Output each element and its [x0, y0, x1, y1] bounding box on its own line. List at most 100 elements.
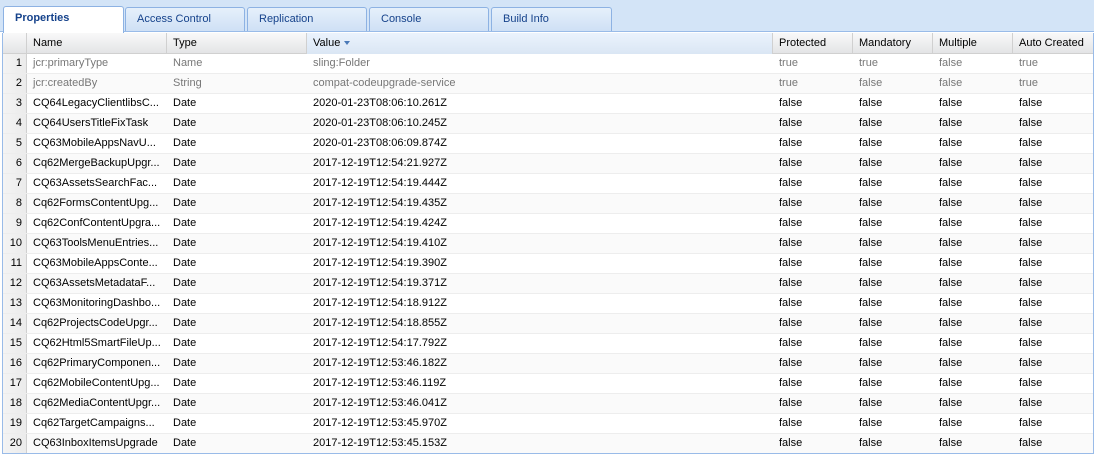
- cell-type: Date: [173, 257, 197, 269]
- table-row[interactable]: 1 jcr:primaryType Name sling:Folder true true…: [3, 54, 1093, 74]
- table-row[interactable]: 14 Cq62ProjectsCodeUpgr... Date 2017-12-19T…: [3, 314, 1093, 334]
- cell-mandatory: false: [859, 337, 883, 349]
- cell-mandatory: false: [859, 357, 883, 369]
- row-number: 20: [3, 434, 27, 453]
- cell-name: Cq62PrimaryComponen...: [33, 357, 161, 369]
- cell-value: 2017-12-19T12:53:45.153Z: [313, 437, 447, 449]
- cell-name: CQ64UsersTitleFixTask: [33, 117, 149, 129]
- column-header-mandatory[interactable]: Mandatory: [853, 33, 933, 54]
- table-row[interactable]: 18 Cq62MediaContentUpgr... Date 2017-12-19T…: [3, 394, 1093, 414]
- cell-name: CQ63InboxItemsUpgrade: [33, 437, 158, 449]
- column-header-label: Multiple: [939, 37, 977, 49]
- tab-console[interactable]: Console: [369, 7, 489, 31]
- tab-build-info[interactable]: Build Info: [491, 7, 612, 31]
- table-row[interactable]: 13 CQ63MonitoringDashbo... Date 2017-12-19T…: [3, 294, 1093, 314]
- column-header-multiple[interactable]: Multiple: [933, 33, 1013, 54]
- column-header-value[interactable]: Value: [307, 33, 773, 54]
- cell-multiple: false: [939, 417, 963, 429]
- cell-multiple: false: [939, 117, 963, 129]
- cell-auto-created: false: [1019, 317, 1043, 329]
- cell-name: Cq62FormsContentUpg...: [33, 197, 159, 209]
- table-row[interactable]: 20 CQ63InboxItemsUpgrade Date 2017-12-19T12…: [3, 434, 1093, 453]
- cell-name: CQ63MobileAppsNavU...: [33, 137, 156, 149]
- row-number: 18: [3, 394, 27, 413]
- cell-protected: true: [779, 77, 798, 89]
- cell-name: CQ64LegacyClientlibsC...: [33, 97, 159, 109]
- cell-auto-created: false: [1019, 97, 1043, 109]
- grid-header: Name Type Value Protected Mandatory Mult…: [3, 33, 1093, 54]
- row-number: 15: [3, 334, 27, 353]
- table-row[interactable]: 5 CQ63MobileAppsNavU... Date 2020-01-23T08:…: [3, 134, 1093, 154]
- cell-name: jcr:primaryType: [33, 57, 109, 69]
- cell-mandatory: false: [859, 417, 883, 429]
- cell-auto-created: false: [1019, 237, 1043, 249]
- cell-type: Date: [173, 357, 197, 369]
- table-row[interactable]: 6 Cq62MergeBackupUpgr... Date 2017-12-19T12…: [3, 154, 1093, 174]
- cell-protected: false: [779, 237, 803, 249]
- cell-mandatory: false: [859, 137, 883, 149]
- cell-auto-created: false: [1019, 337, 1043, 349]
- table-row[interactable]: 2 jcr:createdBy String compat-codeupgrade-s…: [3, 74, 1093, 94]
- tab-access-control[interactable]: Access Control: [125, 7, 245, 31]
- table-row[interactable]: 9 Cq62ConfContentUpgra... Date 2017-12-19T1…: [3, 214, 1093, 234]
- cell-auto-created: false: [1019, 137, 1043, 149]
- cell-protected: false: [779, 97, 803, 109]
- table-row[interactable]: 4 CQ64UsersTitleFixTask Date 2020-01-23T08:…: [3, 114, 1093, 134]
- cell-value: 2017-12-19T12:54:18.855Z: [313, 317, 447, 329]
- row-number: 7: [3, 174, 27, 193]
- cell-type: Date: [173, 177, 197, 189]
- column-header-label: Type: [173, 37, 197, 49]
- cell-value: 2017-12-19T12:54:19.371Z: [313, 277, 447, 289]
- cell-name: CQ62Html5SmartFileUp...: [33, 337, 161, 349]
- table-row[interactable]: 11 CQ63MobileAppsConte... Date 2017-12-19T1…: [3, 254, 1093, 274]
- cell-multiple: false: [939, 77, 963, 89]
- cell-name: CQ63ToolsMenuEntries...: [33, 237, 159, 249]
- properties-grid: Name Type Value Protected Mandatory Mult…: [2, 33, 1094, 454]
- cell-value: 2017-12-19T12:54:19.424Z: [313, 217, 447, 229]
- table-row[interactable]: 7 CQ63AssetsSearchFac... Date 2017-12-19T12…: [3, 174, 1093, 194]
- column-header-auto-created[interactable]: Auto Created: [1013, 33, 1093, 54]
- row-number: 5: [3, 134, 27, 153]
- cell-value: 2017-12-19T12:54:17.792Z: [313, 337, 447, 349]
- table-row[interactable]: 12 CQ63AssetsMetadataF... Date 2017-12-19T1…: [3, 274, 1093, 294]
- table-row[interactable]: 8 Cq62FormsContentUpg... Date 2017-12-19T12…: [3, 194, 1093, 214]
- cell-protected: false: [779, 137, 803, 149]
- table-row[interactable]: 17 Cq62MobileContentUpg... Date 2017-12-19T…: [3, 374, 1093, 394]
- cell-name: Cq62ConfContentUpgra...: [33, 217, 161, 229]
- cell-protected: true: [779, 57, 798, 69]
- cell-auto-created: false: [1019, 297, 1043, 309]
- cell-multiple: false: [939, 257, 963, 269]
- table-row[interactable]: 15 CQ62Html5SmartFileUp... Date 2017-12-19T…: [3, 334, 1093, 354]
- cell-mandatory: false: [859, 217, 883, 229]
- table-row[interactable]: 16 Cq62PrimaryComponen... Date 2017-12-19T1…: [3, 354, 1093, 374]
- cell-type: Date: [173, 277, 197, 289]
- cell-protected: false: [779, 437, 803, 449]
- row-number: 8: [3, 194, 27, 213]
- tab-replication[interactable]: Replication: [247, 7, 367, 31]
- table-row[interactable]: 19 Cq62TargetCampaigns... Date 2017-12-19T1…: [3, 414, 1093, 434]
- tab-properties[interactable]: Properties: [3, 6, 124, 33]
- cell-auto-created: false: [1019, 277, 1043, 289]
- table-row[interactable]: 10 CQ63ToolsMenuEntries... Date 2017-12-19T…: [3, 234, 1093, 254]
- cell-type: Date: [173, 437, 197, 449]
- table-row[interactable]: 3 CQ64LegacyClientlibsC... Date 2020-01-23T…: [3, 94, 1093, 114]
- cell-multiple: false: [939, 377, 963, 389]
- cell-protected: false: [779, 337, 803, 349]
- column-header-protected[interactable]: Protected: [773, 33, 853, 54]
- cell-value: 2020-01-23T08:06:10.261Z: [313, 97, 447, 109]
- cell-auto-created: false: [1019, 177, 1043, 189]
- cell-mandatory: false: [859, 237, 883, 249]
- cell-auto-created: false: [1019, 437, 1043, 449]
- row-number: 10: [3, 234, 27, 253]
- cell-multiple: false: [939, 177, 963, 189]
- column-header-name[interactable]: Name: [27, 33, 167, 54]
- cell-auto-created: false: [1019, 417, 1043, 429]
- cell-protected: false: [779, 257, 803, 269]
- cell-value: 2017-12-19T12:54:19.435Z: [313, 197, 447, 209]
- cell-value: 2017-12-19T12:53:46.119Z: [313, 377, 447, 389]
- cell-value: 2017-12-19T12:53:46.041Z: [313, 397, 447, 409]
- cell-auto-created: true: [1019, 57, 1038, 69]
- cell-protected: false: [779, 357, 803, 369]
- column-header-type[interactable]: Type: [167, 33, 307, 54]
- row-number-header: [3, 33, 27, 54]
